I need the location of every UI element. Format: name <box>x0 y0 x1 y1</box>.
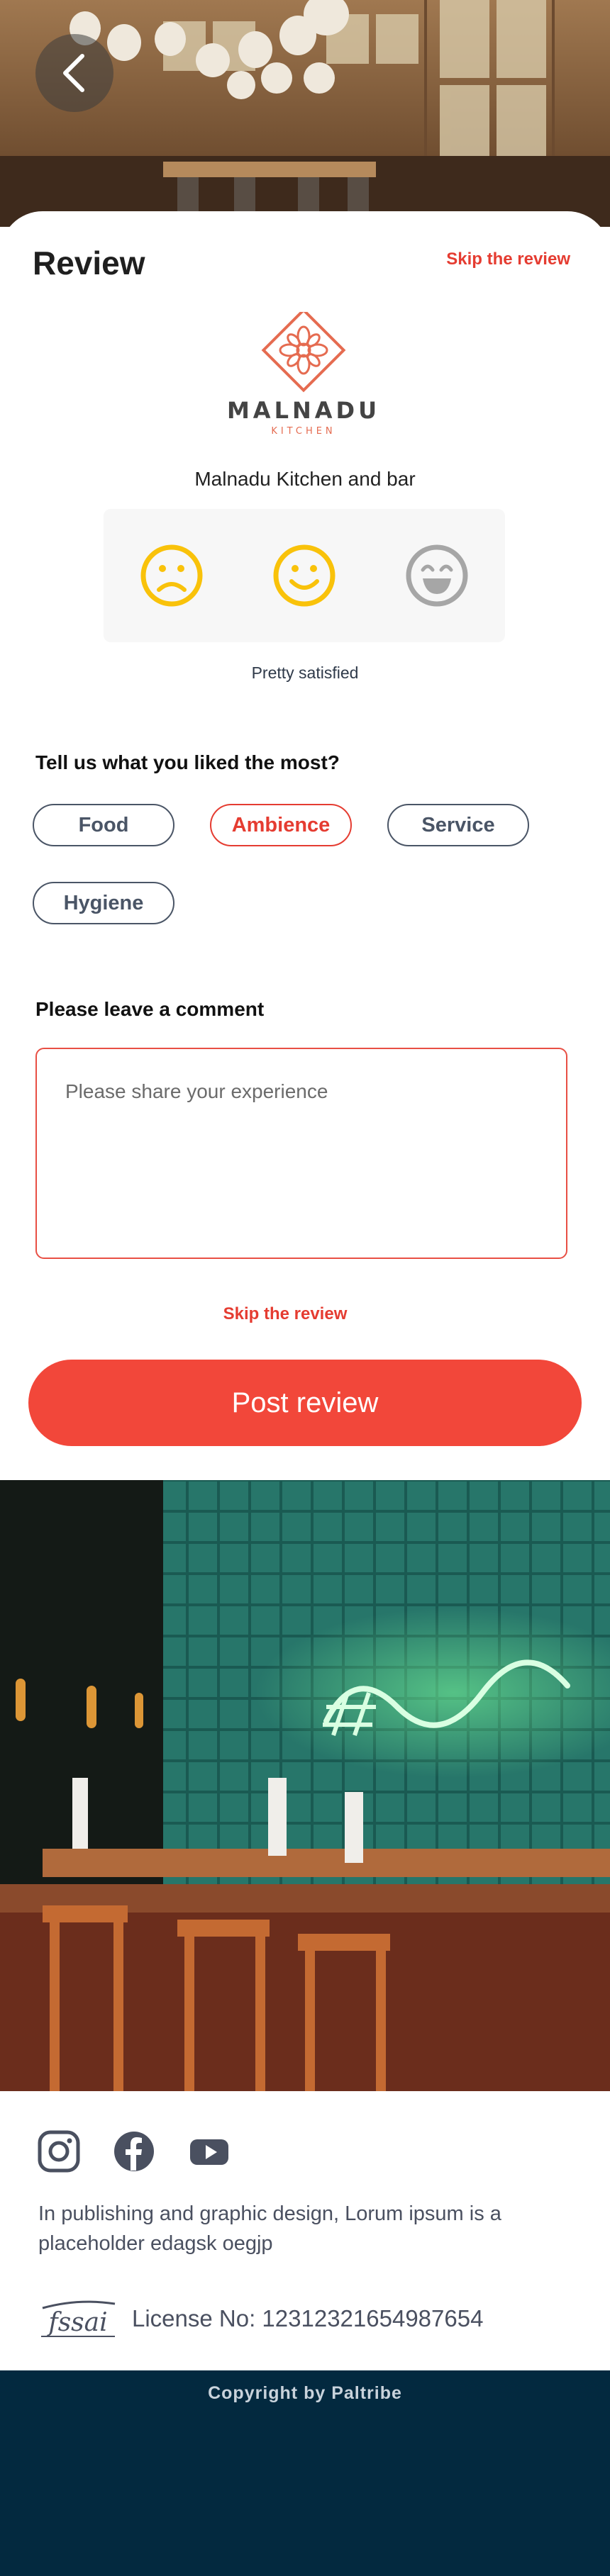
footer: In publishing and graphic design, Lorum … <box>0 2091 610 2370</box>
restaurant-hero-image <box>0 0 610 227</box>
comment-textarea[interactable] <box>35 1048 567 1259</box>
page-title: Review <box>33 245 145 281</box>
rating-selector <box>104 509 505 642</box>
grinning-face-icon[interactable] <box>404 543 470 608</box>
logo-subtext: KITCHEN <box>271 426 336 437</box>
restaurant-name: Malnadu Kitchen and bar <box>194 468 416 490</box>
license-number: License No: 12312321654987654 <box>132 2305 484 2331</box>
skip-review-link-top[interactable]: Skip the review <box>446 250 570 269</box>
restaurant-logo: MALNADU KITCHEN <box>228 312 379 437</box>
smiling-face-icon[interactable] <box>272 543 337 608</box>
chip-food[interactable]: Food <box>33 804 174 846</box>
copyright-bar: Copyright by Paltribe <box>0 2370 610 2576</box>
neon-restaurant-illustration <box>0 1480 610 2091</box>
chevron-left-icon <box>63 54 84 92</box>
footer-description: In publishing and graphic design, Lorum … <box>38 2202 501 2255</box>
rating-caption: Pretty satisfied <box>251 663 359 682</box>
instagram-icon[interactable] <box>37 2129 81 2173</box>
fssai-text: fssai <box>46 2308 107 2337</box>
post-review-button[interactable]: Post review <box>28 1360 582 1446</box>
fssai-logo: fssai <box>41 2300 116 2337</box>
likes-section-title: Tell us what you liked the most? <box>35 751 340 773</box>
back-button[interactable] <box>35 34 113 112</box>
chip-service[interactable]: Service <box>387 804 529 846</box>
restaurant-interior-illustration <box>0 0 610 227</box>
neon-sign-restaurant-image <box>0 1480 610 2091</box>
review-card: Review Skip the review MALNADU KITCHEN M… <box>0 211 610 1480</box>
frowning-face-icon[interactable] <box>139 543 204 608</box>
logo-wordmark: MALNADU <box>228 397 379 424</box>
skip-review-link-bottom[interactable]: Skip the review <box>0 1304 570 1324</box>
facebook-icon[interactable] <box>112 2129 156 2173</box>
chip-ambience[interactable]: Ambience <box>210 804 352 846</box>
comment-section-title: Please leave a comment <box>35 998 265 1020</box>
chip-hygiene[interactable]: Hygiene <box>33 882 174 924</box>
youtube-icon[interactable] <box>187 2129 231 2173</box>
copyright-text: Copyright by Paltribe <box>208 2383 402 2403</box>
